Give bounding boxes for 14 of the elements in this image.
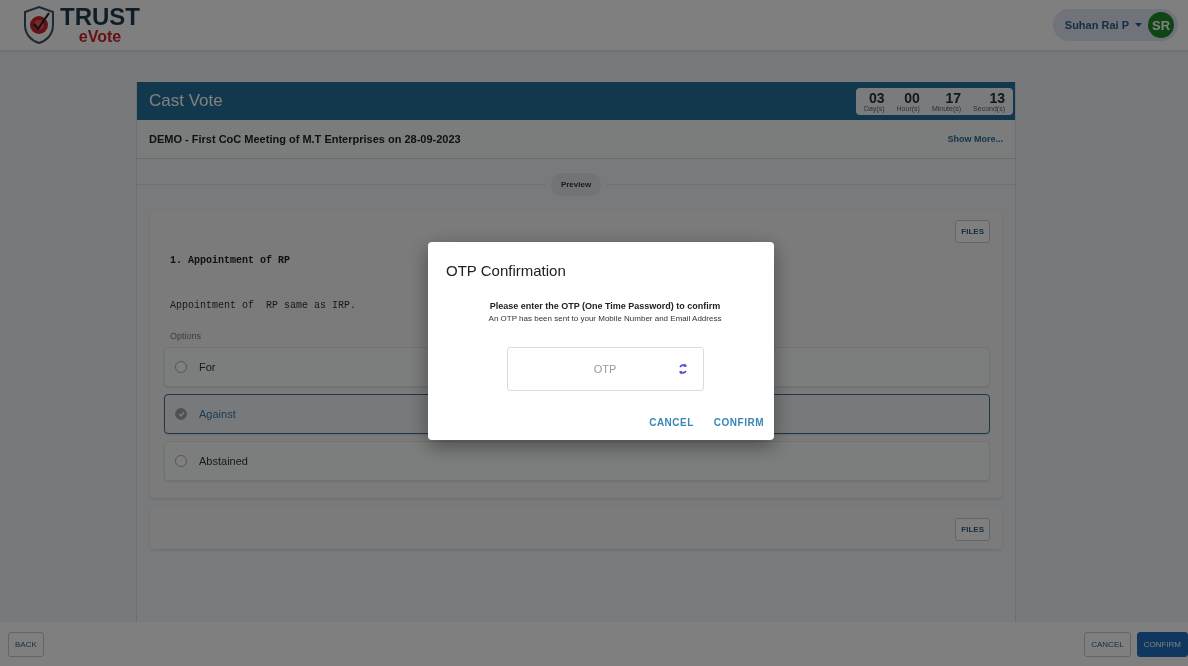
- dialog-note: An OTP has been sent to your Mobile Number and Email Address: [487, 314, 723, 323]
- resolution-title: 1. Appointment of RP: [170, 255, 292, 266]
- resolution-description: Appointment of RP same as IRP.: [170, 300, 357, 311]
- meeting-title: DEMO - First CoC Meeting of M.T Enterprises on 28-09-2023: [149, 133, 461, 145]
- dialog-title: OTP Confirmation: [446, 262, 567, 279]
- countdown-value: 17: [945, 90, 962, 105]
- panel-title: Cast Vote: [149, 91, 223, 111]
- user-avatar: SR: [1148, 12, 1174, 38]
- logo-subtitle: eVote: [78, 29, 122, 45]
- dialog-instruction: Please enter the OTP (One Time Password) to confirm: [488, 301, 722, 311]
- countdown-value: 13: [989, 90, 1005, 105]
- countdown-value: 03: [869, 90, 885, 105]
- countdown-value: 00: [904, 90, 920, 105]
- logo-title: TRUST: [60, 5, 140, 29]
